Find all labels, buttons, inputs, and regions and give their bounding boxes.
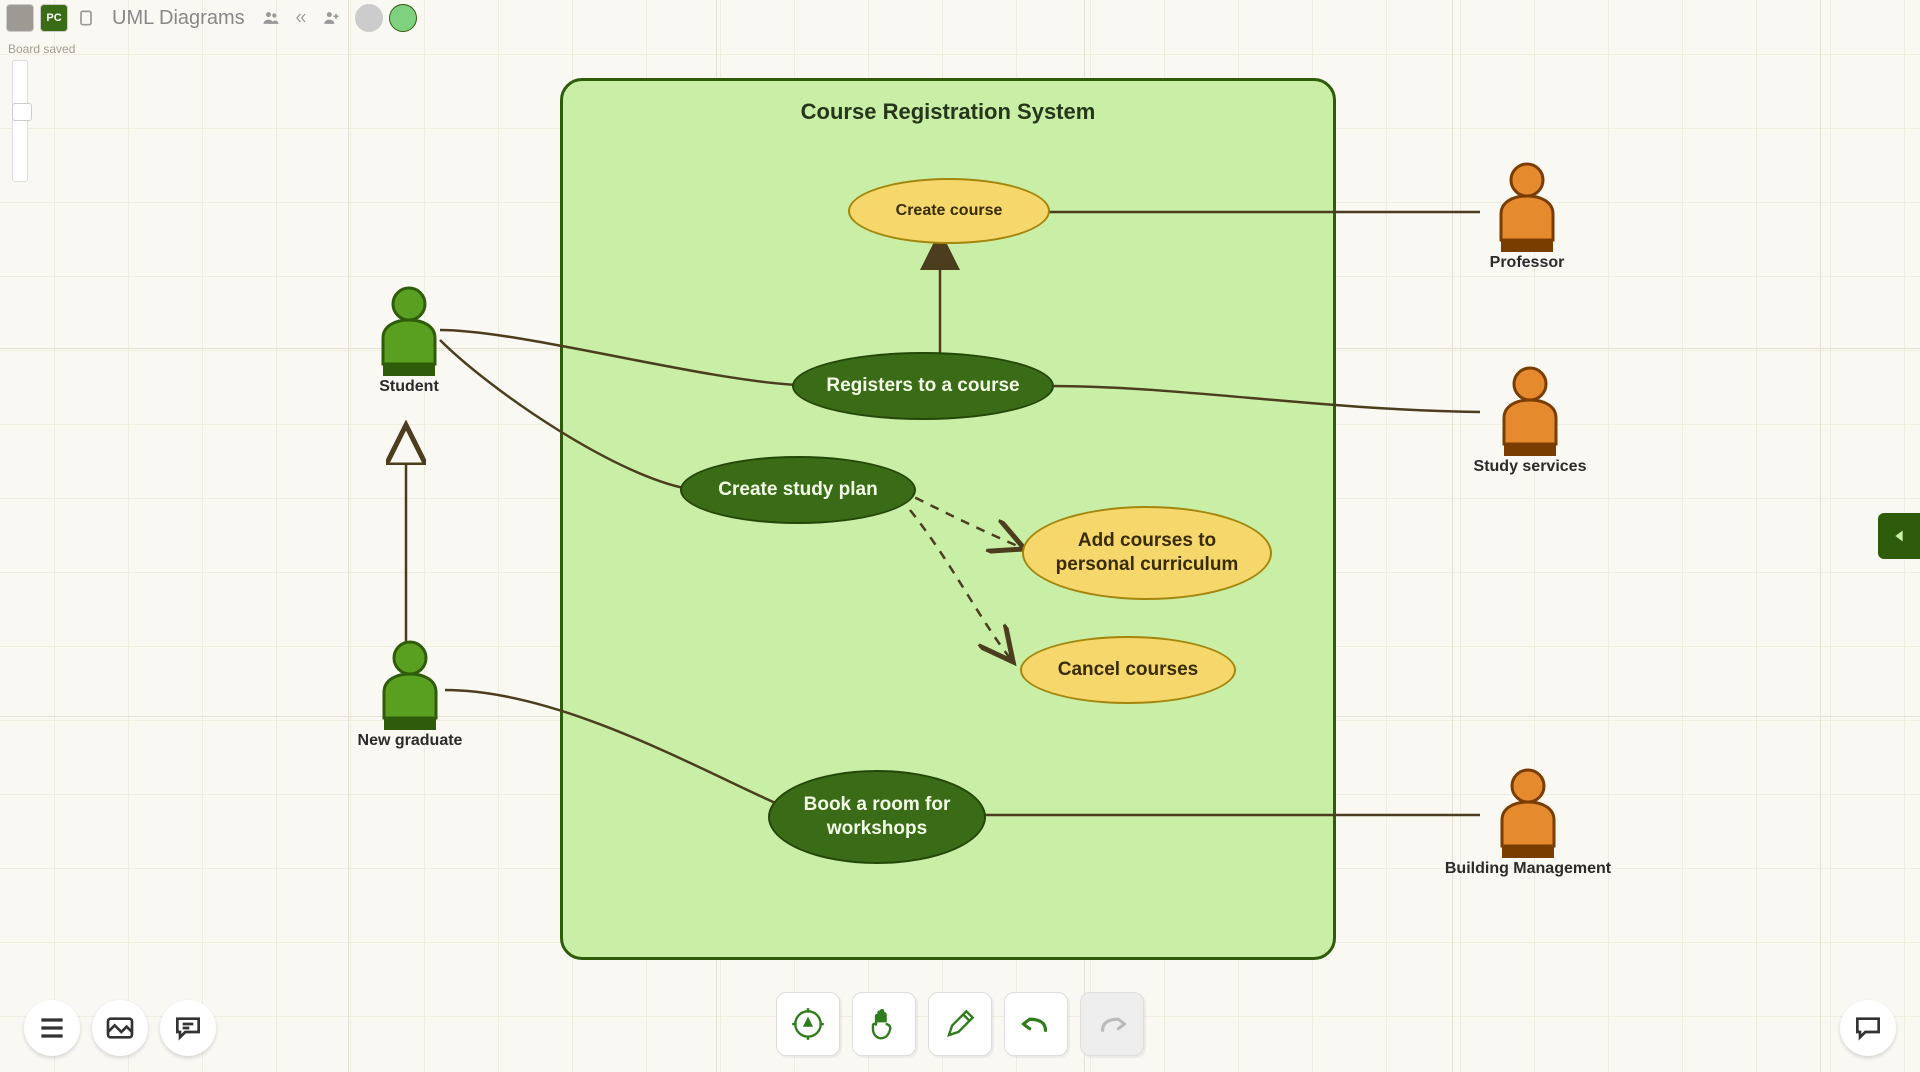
hand-tool[interactable] (852, 992, 916, 1056)
actor-new-graduate[interactable]: New graduate (330, 640, 490, 750)
actor-student[interactable]: Student (354, 286, 464, 396)
draw-tool[interactable] (928, 992, 992, 1056)
actor-label: Building Management (1408, 860, 1648, 878)
chat-button[interactable] (1840, 1000, 1896, 1056)
usecase-label: Create course (880, 201, 1019, 221)
usecase-create-course[interactable]: Create course (848, 178, 1050, 244)
left-toolbar (24, 1000, 216, 1056)
status-text: Board saved (8, 42, 75, 56)
avatar-1[interactable] (6, 4, 34, 32)
menu-button[interactable] (24, 1000, 80, 1056)
participant-avatar-2[interactable] (389, 4, 417, 32)
usecase-registers[interactable]: Registers to a course (792, 352, 1054, 420)
usecase-label: Add courses to personal curriculum (1024, 529, 1270, 577)
navigate-tool[interactable] (776, 992, 840, 1056)
participant-avatar-1[interactable] (355, 4, 383, 32)
clipboard-icon[interactable] (74, 6, 98, 30)
users-icon[interactable] (259, 6, 283, 30)
top-bar: PC UML Diagrams (6, 4, 417, 32)
actor-label: Student (354, 378, 464, 396)
actor-study-services[interactable]: Study services (1440, 366, 1620, 476)
zoom-thumb[interactable] (12, 103, 32, 121)
zoom-slider[interactable] (12, 60, 28, 182)
usecase-cancel-courses[interactable]: Cancel courses (1020, 636, 1236, 704)
bottom-toolbar (776, 992, 1144, 1056)
usecase-label: Create study plan (702, 478, 893, 502)
diagram-title[interactable]: UML Diagrams (112, 7, 245, 30)
actor-label: Professor (1462, 254, 1592, 272)
chevrons-left-icon[interactable] (289, 6, 313, 30)
usecase-label: Book a room for workshops (770, 793, 984, 841)
usecase-book-room[interactable]: Book a room for workshops (768, 770, 986, 864)
avatar-pc[interactable]: PC (40, 4, 68, 32)
expand-panel-tab[interactable] (1878, 513, 1920, 559)
redo-button[interactable] (1080, 992, 1144, 1056)
usecase-label: Cancel courses (1042, 658, 1214, 682)
usecase-label: Registers to a course (810, 374, 1035, 398)
actor-label: New graduate (330, 732, 490, 750)
system-title: Course Registration System (563, 81, 1333, 125)
undo-button[interactable] (1004, 992, 1068, 1056)
usecase-add-courses[interactable]: Add courses to personal curriculum (1022, 506, 1272, 600)
add-user-icon[interactable] (319, 6, 343, 30)
actor-label: Study services (1440, 458, 1620, 476)
actor-professor[interactable]: Professor (1462, 162, 1592, 272)
image-button[interactable] (92, 1000, 148, 1056)
actor-building-management[interactable]: Building Management (1408, 768, 1648, 878)
usecase-create-plan[interactable]: Create study plan (680, 456, 916, 524)
comment-button[interactable] (160, 1000, 216, 1056)
